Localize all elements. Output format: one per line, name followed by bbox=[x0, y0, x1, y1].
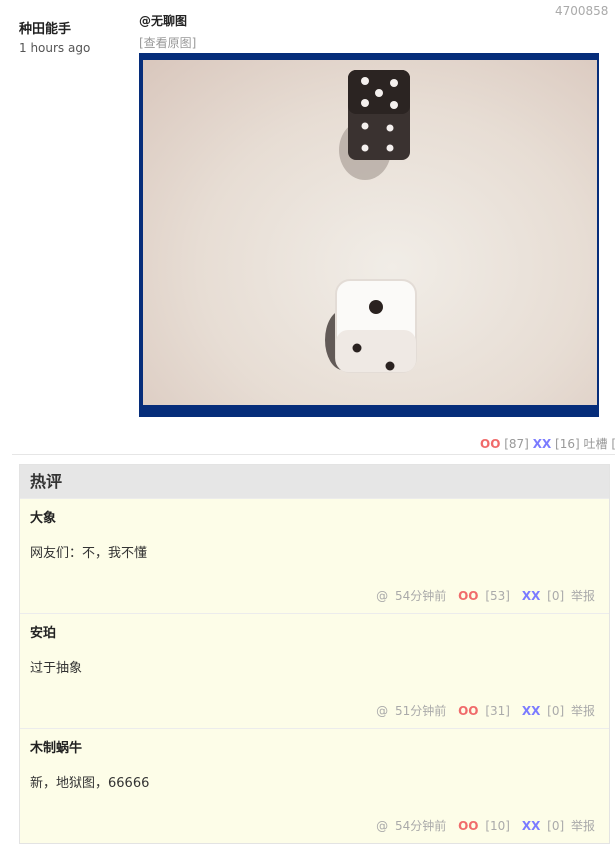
comment-time: 54分钟前 bbox=[395, 819, 447, 833]
post-time: 1 hours ago bbox=[19, 41, 91, 55]
hot-comments-panel: 热评 大象 网友们：不，我不懂 @ 54分钟前 OO [53] XX [0] 举… bbox=[19, 464, 610, 844]
xx-count: [16] bbox=[555, 437, 580, 451]
comment-text: 网友们：不，我不懂 bbox=[30, 546, 148, 561]
dice-photo bbox=[143, 60, 597, 405]
oo-count: [10] bbox=[485, 819, 510, 833]
oo-button[interactable]: OO bbox=[458, 704, 478, 718]
xx-button[interactable]: XX bbox=[522, 704, 541, 718]
comment-time: 54分钟前 bbox=[395, 589, 447, 603]
comment-meta: @ 54分钟前 OO [53] XX [0] 举报 bbox=[373, 587, 595, 604]
comment-meta: @ 51分钟前 OO [31] XX [0] 举报 bbox=[373, 702, 595, 719]
post-author-block: 种田能手 1 hours ago bbox=[19, 18, 90, 55]
reply-at-link[interactable]: @ bbox=[376, 589, 388, 603]
dice-illustration bbox=[325, 70, 417, 373]
xx-count: [0] bbox=[547, 704, 565, 718]
comment-text: 新，地狱图，66666 bbox=[30, 776, 150, 791]
comment-item: 大象 网友们：不，我不懂 @ 54分钟前 OO [53] XX [0] 举报 bbox=[20, 498, 609, 613]
comment-meta: @ 54分钟前 OO [10] XX [0] 举报 bbox=[373, 817, 595, 834]
comment-time: 51分钟前 bbox=[395, 704, 447, 718]
category-tag[interactable]: @无聊图 bbox=[139, 12, 187, 29]
xx-count: [0] bbox=[547, 589, 565, 603]
report-link[interactable]: 举报 bbox=[571, 589, 595, 603]
view-original-link[interactable]: [查看原图] bbox=[139, 34, 196, 51]
comment-item: 安珀 过于抽象 @ 51分钟前 OO [31] XX [0] 举报 bbox=[20, 613, 609, 728]
xx-button[interactable]: XX bbox=[522, 589, 541, 603]
xx-count: [0] bbox=[547, 819, 565, 833]
oo-count: [53] bbox=[485, 589, 510, 603]
reply-at-link[interactable]: @ bbox=[376, 819, 388, 833]
comment-author[interactable]: 安珀 bbox=[30, 622, 56, 641]
post-image[interactable] bbox=[139, 53, 599, 417]
oo-button[interactable]: OO bbox=[480, 437, 500, 451]
oo-button[interactable]: OO bbox=[458, 589, 478, 603]
report-link[interactable]: 举报 bbox=[571, 819, 595, 833]
divider bbox=[12, 454, 615, 455]
tucao-link[interactable]: 吐槽 [8 bbox=[584, 437, 615, 451]
xx-button[interactable]: XX bbox=[522, 819, 541, 833]
oo-count: [87] bbox=[504, 437, 529, 451]
oo-button[interactable]: OO bbox=[458, 819, 478, 833]
report-link[interactable]: 举报 bbox=[571, 704, 595, 718]
comment-author[interactable]: 木制蜗牛 bbox=[30, 737, 82, 756]
hot-comments-title: 热评 bbox=[20, 465, 609, 498]
comment-text: 过于抽象 bbox=[30, 661, 83, 676]
oo-count: [31] bbox=[485, 704, 510, 718]
post-vote-bar: OO [87] XX [16] 吐槽 [8 bbox=[480, 435, 615, 452]
post-id: 4700858 bbox=[555, 4, 609, 18]
reply-at-link[interactable]: @ bbox=[376, 704, 388, 718]
xx-button[interactable]: XX bbox=[533, 437, 552, 451]
comment-author[interactable]: 大象 bbox=[30, 507, 56, 526]
author-name[interactable]: 种田能手 bbox=[19, 18, 90, 37]
comment-item: 木制蜗牛 新，地狱图，66666 @ 54分钟前 OO [10] XX [0] … bbox=[20, 728, 609, 843]
